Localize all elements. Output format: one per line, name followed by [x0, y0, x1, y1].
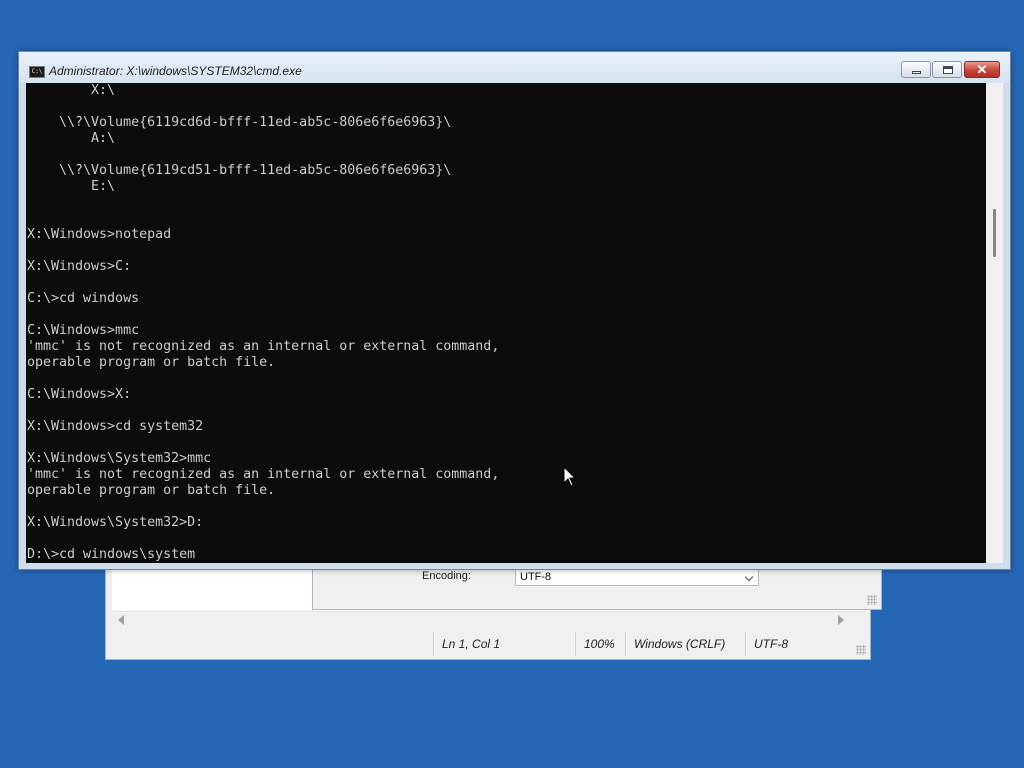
console-line: operable program or batch file. [27, 483, 276, 498]
cmd-app-icon[interactable]: C:\ [29, 66, 45, 78]
status-line-ending: Windows (CRLF) [625, 632, 745, 656]
minimize-icon [912, 71, 921, 74]
console-line: C:\Windows>mmc [27, 323, 140, 338]
close-icon: ✕ [976, 62, 988, 77]
resize-grip-icon[interactable] [856, 645, 866, 655]
notepad-status-bar: Ln 1, Col 1 100% Windows (CRLF) UTF-8 [112, 632, 864, 656]
horizontal-scrollbar[interactable] [112, 611, 864, 630]
scroll-right-arrow-icon[interactable] [838, 615, 844, 625]
console-line: X:\Windows>C: [27, 259, 132, 274]
console-line: X:\Windows>cd system32 [27, 419, 204, 434]
console-line: X:\Windows>notepad [27, 227, 172, 242]
console-output[interactable]: X:\ \\?\Volume{6119cd6d-bfff-11ed-ab5c-8… [26, 83, 986, 563]
status-cursor-position: Ln 1, Col 1 [433, 632, 575, 656]
mouse-cursor-icon [563, 466, 577, 487]
scroll-left-arrow-icon[interactable] [118, 615, 124, 625]
console-line: \\?\Volume{6119cd51-bfff-11ed-ab5c-806e6… [27, 163, 452, 178]
console-line: C:\>cd windows [27, 291, 140, 306]
resize-grip-icon[interactable] [867, 595, 877, 605]
encoding-label: Encoding: [422, 570, 471, 582]
maximize-icon [943, 66, 953, 74]
console-line: X:\Windows\System32>mmc [27, 451, 212, 466]
console-line: A:\ [27, 131, 116, 146]
console-line: X:\Windows\System32>D: [27, 515, 204, 530]
encoding-select[interactable]: UTF-8 [515, 569, 759, 586]
console-line: operable program or batch file. [27, 355, 276, 370]
vertical-scrollbar[interactable] [986, 83, 1003, 563]
cmd-window[interactable]: C:\ Administrator: X:\windows\SYSTEM32\c… [18, 51, 1011, 570]
scrollbar-thumb[interactable] [993, 209, 996, 257]
console-line: 'mmc' is not recognized as an internal o… [27, 467, 500, 482]
status-encoding: UTF-8 [745, 632, 855, 656]
console-line: X:\ [27, 83, 116, 98]
minimize-button[interactable] [901, 61, 931, 78]
title-bar[interactable]: C:\ Administrator: X:\windows\SYSTEM32\c… [19, 52, 1010, 83]
window-title: Administrator: X:\windows\SYSTEM32\cmd.e… [49, 64, 302, 78]
encoding-select-value: UTF-8 [520, 571, 552, 583]
close-button[interactable]: ✕ [964, 61, 1000, 78]
console-line: C:\Windows>X: [27, 387, 132, 402]
maximize-button[interactable] [932, 61, 962, 78]
console-line: \\?\Volume{6119cd6d-bfff-11ed-ab5c-806e6… [27, 115, 452, 130]
console-line: D:\>cd windows\system [27, 547, 196, 562]
console-line: E:\ [27, 179, 116, 194]
chevron-down-icon [744, 572, 754, 582]
console-line: 'mmc' is not recognized as an internal o… [27, 339, 500, 354]
status-zoom: 100% [575, 632, 625, 656]
